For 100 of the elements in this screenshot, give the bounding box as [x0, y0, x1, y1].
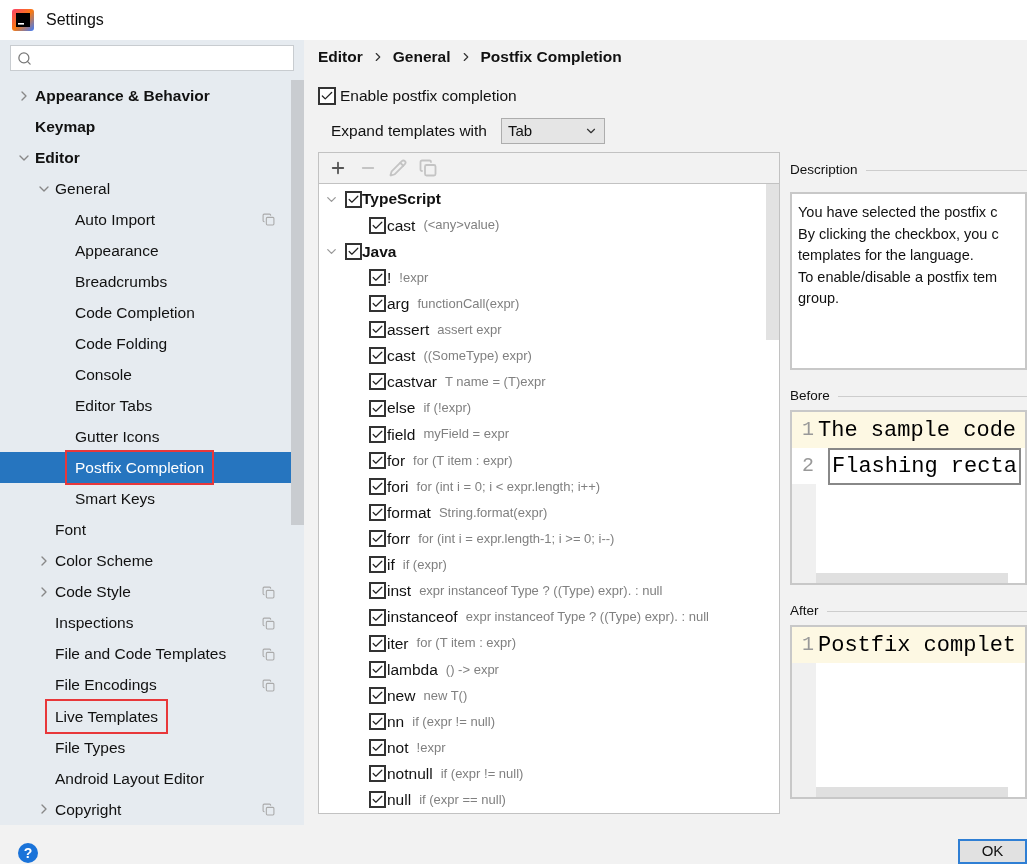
- checkbox[interactable]: [369, 739, 386, 757]
- checkbox[interactable]: [318, 87, 336, 105]
- checkbox[interactable]: [345, 242, 362, 260]
- sidebar-item[interactable]: Color Scheme: [0, 545, 291, 577]
- expand-key-dropdown[interactable]: Tab: [500, 118, 605, 144]
- checkbox[interactable]: [369, 530, 386, 548]
- description-line: templates for the language.: [798, 246, 975, 265]
- checkbox[interactable]: [369, 399, 386, 417]
- section-title: After: [790, 601, 819, 620]
- checkbox[interactable]: [369, 347, 386, 365]
- sidebar-item[interactable]: Postfix Completion: [0, 452, 291, 484]
- sidebar-item[interactable]: Editor: [0, 142, 291, 174]
- sidebar-item[interactable]: Inspections: [0, 607, 291, 639]
- sidebar-item[interactable]: Smart Keys: [0, 483, 291, 515]
- checkbox[interactable]: [369, 686, 386, 704]
- checkbox[interactable]: [369, 373, 386, 391]
- checkbox[interactable]: [345, 190, 362, 208]
- item-label: Auto Import: [75, 209, 156, 230]
- template-key: cast: [387, 213, 416, 237]
- checkbox[interactable]: [369, 556, 386, 574]
- template-example: for (int i = expr.length-1; i >= 0; i--): [418, 529, 615, 548]
- sidebar-item[interactable]: File Types: [0, 731, 291, 763]
- checkbox[interactable]: [369, 216, 386, 234]
- template-key: fori: [387, 474, 409, 499]
- checkbox[interactable]: [369, 504, 386, 522]
- window-title: Settings: [46, 10, 104, 30]
- sidebar-item[interactable]: Console: [0, 359, 291, 391]
- sidebar-item[interactable]: File Encodings: [0, 669, 291, 701]
- sidebar-item[interactable]: Android Layout Editor: [0, 762, 291, 794]
- checkbox[interactable]: [369, 791, 386, 809]
- sidebar-item[interactable]: Breadcrumbs: [0, 266, 291, 298]
- scrollbar-thumb[interactable]: [766, 184, 779, 340]
- template-example: for (int i = 0; i < expr.length; i++): [416, 477, 601, 496]
- item-label: Live Templates: [45, 698, 169, 734]
- sidebar-item[interactable]: Auto Import: [0, 204, 291, 236]
- checkbox[interactable]: [369, 713, 386, 731]
- checkbox[interactable]: [369, 582, 386, 600]
- template-example: expr instanceof Type ? ((Type) expr). : null: [419, 582, 663, 601]
- template-example: if (expr): [402, 556, 447, 575]
- app-logo-icon: [12, 9, 34, 31]
- code-line: Postfix complet: [818, 631, 1017, 660]
- item-label: Code Folding: [75, 334, 168, 354]
- sidebar-item[interactable]: Code Completion: [0, 297, 291, 329]
- sidebar-item[interactable]: Editor Tabs: [0, 390, 291, 422]
- line-number: 2: [801, 453, 815, 479]
- sidebar-item[interactable]: Font: [0, 514, 291, 546]
- template-example: for (T item : expr): [416, 634, 516, 653]
- horizontal-scrollbar[interactable]: [816, 787, 1008, 797]
- sidebar-item[interactable]: Appearance: [0, 235, 291, 267]
- help-button[interactable]: ?: [18, 843, 38, 863]
- sidebar-item[interactable]: File and Code Templates: [0, 638, 291, 670]
- item-label: Inspections: [55, 613, 134, 634]
- template-key: else: [387, 396, 416, 420]
- breadcrumb-item[interactable]: Postfix Completion: [480, 45, 622, 69]
- description-line: To enable/disable a postfix tem: [798, 267, 999, 287]
- checkbox[interactable]: [369, 451, 386, 469]
- scrollbar-thumb[interactable]: [291, 80, 304, 525]
- checkbox[interactable]: [369, 608, 386, 626]
- breadcrumb-item[interactable]: General: [392, 45, 451, 69]
- template-example: if (expr == null): [419, 791, 506, 810]
- checkbox[interactable]: [369, 765, 386, 783]
- sidebar-item[interactable]: Copyright: [0, 793, 291, 825]
- sidebar-item[interactable]: Code Style: [0, 576, 291, 608]
- template-key: null: [387, 788, 412, 812]
- template-example: if (!expr): [423, 399, 472, 418]
- sidebar-item[interactable]: Gutter Icons: [0, 421, 291, 453]
- template-key: field: [387, 422, 416, 446]
- template-example: !expr: [416, 738, 446, 757]
- checkbox[interactable]: [369, 634, 386, 652]
- checkbox[interactable]: [369, 477, 386, 495]
- item-label: Breadcrumbs: [75, 271, 168, 292]
- sidebar-item[interactable]: Code Folding: [0, 328, 291, 360]
- template-example: for (T item : expr): [413, 451, 513, 470]
- template-example: (<any>value): [423, 216, 500, 235]
- search-field[interactable]: [10, 45, 294, 71]
- sidebar-item[interactable]: Appearance & Behavior: [0, 80, 291, 111]
- template-key: forr: [387, 527, 411, 551]
- ok-button[interactable]: OK: [958, 839, 1027, 864]
- line-number: 1: [801, 417, 815, 443]
- checkbox[interactable]: [369, 321, 386, 339]
- template-group-row[interactable]: Java: [319, 238, 766, 265]
- template-example: ((SomeType) expr): [423, 347, 532, 366]
- checkbox[interactable]: [369, 268, 386, 286]
- template-group-row[interactable]: TypeScript: [319, 186, 766, 213]
- item-label: Copyright: [55, 799, 122, 820]
- template-example: if (expr != null): [440, 765, 524, 784]
- item-label: Gutter Icons: [75, 427, 160, 448]
- checkbox[interactable]: [369, 295, 386, 313]
- checkbox[interactable]: [369, 425, 386, 443]
- checkbox[interactable]: [369, 660, 386, 678]
- sidebar-item[interactable]: Live Templates: [0, 700, 291, 732]
- horizontal-scrollbar[interactable]: [816, 573, 1008, 583]
- add-icon[interactable]: [329, 159, 347, 177]
- checkbox-label: Enable postfix completion: [340, 86, 517, 107]
- template-example: myField = expr: [423, 425, 510, 444]
- template-example: new T(): [423, 686, 468, 705]
- template-key: if: [387, 553, 395, 577]
- breadcrumb-item[interactable]: Editor: [318, 45, 363, 69]
- sidebar-item[interactable]: General: [0, 173, 291, 205]
- sidebar-item[interactable]: Keymap: [0, 111, 291, 143]
